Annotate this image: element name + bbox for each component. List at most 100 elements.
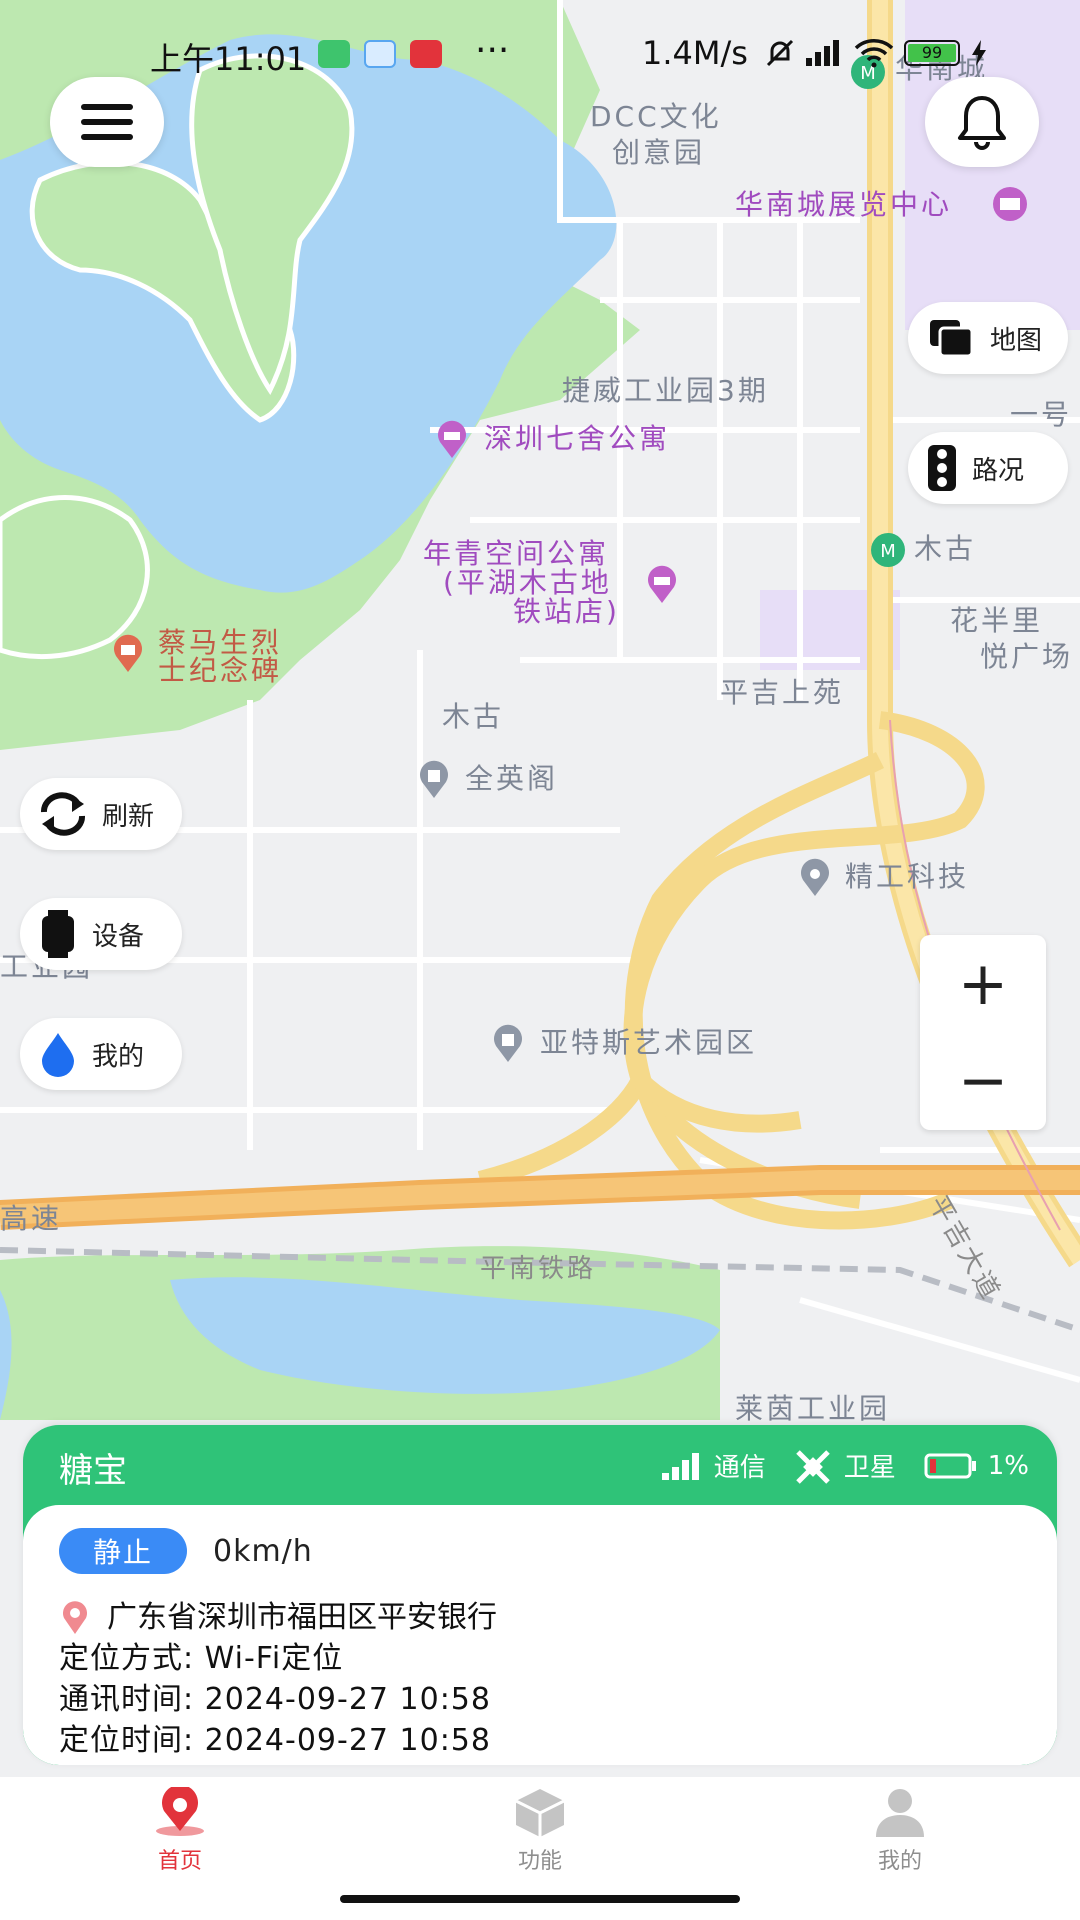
device-battery-icon	[924, 1453, 976, 1478]
device-location-info: 广东省深圳市福田区平安银行 定位方式: Wi-Fi定位 通讯时间: 2024-0…	[59, 1597, 497, 1761]
building-poi-icon[interactable]	[414, 760, 454, 800]
hotel-poi-icon[interactable]	[642, 565, 682, 605]
zoom-in-button[interactable]: +	[920, 935, 1046, 1032]
home-indicator[interactable]	[340, 1895, 740, 1903]
location-pin-icon	[63, 1600, 87, 1634]
map-label: 木古	[442, 700, 505, 733]
locate-time: 定位时间: 2024-09-27 10:58	[59, 1723, 491, 1758]
map-label: 木古	[914, 532, 977, 565]
map-label: 平南铁路	[480, 1254, 597, 1284]
device-info-card[interactable]: 糖宝 通信 卫星 1% 静止 0km/h 广东省深圳市福田区平安银行 定位方式:…	[23, 1425, 1057, 1765]
tab-profile[interactable]: 我的	[800, 1787, 1000, 1887]
device-stats: 通信 卫星 1%	[632, 1447, 1029, 1484]
taobao-notification-icon	[410, 40, 442, 68]
map-label: 莱茵工业园	[735, 1392, 891, 1425]
device-button[interactable]: 设备	[20, 898, 182, 970]
wechat-notification-icon	[318, 40, 350, 68]
notification-icons	[318, 40, 442, 68]
map-label: 全英阁	[465, 762, 559, 795]
map-label: 亚特斯艺术园区	[540, 1026, 758, 1059]
map-label: DCC文化	[590, 100, 722, 133]
device-card-body: 静止 0km/h 广东省深圳市福田区平安银行 定位方式: Wi-Fi定位 通讯时…	[23, 1505, 1057, 1765]
box-functions-icon	[515, 1789, 565, 1837]
home-map-pin-icon	[156, 1787, 204, 1836]
shop-poi-icon[interactable]	[990, 186, 1030, 226]
refresh-label: 刷新	[102, 801, 155, 832]
address-row: 广东省深圳市福田区平安银行	[59, 1597, 497, 1638]
cellular-signal-icon	[806, 40, 839, 66]
refresh-icon	[41, 792, 85, 836]
traffic-button[interactable]: 路况	[908, 432, 1068, 504]
device-battery-stat: 1%	[924, 1451, 1029, 1481]
device-speed: 0km/h	[213, 1533, 313, 1569]
zoom-control: + −	[920, 935, 1046, 1130]
user-profile-icon	[876, 1789, 924, 1837]
my-location-label: 我的	[92, 1041, 145, 1072]
comm-time-row: 通讯时间: 2024-09-27 10:58	[59, 1679, 497, 1720]
menu-button[interactable]	[50, 77, 164, 167]
tab-functions-label: 功能	[517, 1849, 562, 1874]
traffic-light-icon	[928, 445, 956, 491]
charging-icon	[972, 40, 986, 66]
mute-icon	[766, 39, 794, 67]
map-label: 士纪念碑	[158, 654, 283, 687]
locate-method: 定位方式: Wi-Fi定位	[59, 1641, 344, 1676]
map-label: 精工科技	[845, 860, 970, 893]
tab-home-label: 首页	[157, 1849, 202, 1874]
map-label: 深圳七舍公寓	[484, 422, 671, 455]
my-location-button[interactable]: 我的	[20, 1018, 182, 1090]
tab-functions[interactable]: 功能	[440, 1787, 640, 1887]
satellite-icon	[795, 1449, 830, 1484]
bell-icon	[958, 96, 1006, 150]
system-icons: 99	[766, 38, 988, 68]
map-label: 花半里	[950, 604, 1044, 637]
tab-profile-label: 我的	[877, 1849, 922, 1874]
building-poi-icon[interactable]	[488, 1024, 528, 1064]
device-name: 糖宝	[59, 1451, 127, 1491]
svg-text:M: M	[880, 541, 896, 562]
map-label: 高速	[0, 1202, 63, 1235]
layers-icon	[930, 320, 974, 358]
battery-level: 99	[908, 44, 956, 62]
device-address: 广东省深圳市福田区平安银行	[107, 1600, 497, 1635]
watch-device-icon	[42, 910, 74, 958]
map-label: 平吉上苑	[720, 676, 845, 709]
comm-time: 通讯时间: 2024-09-27 10:58	[59, 1682, 491, 1717]
zoom-out-button[interactable]: −	[920, 1032, 1046, 1129]
satellite-label: 卫星	[843, 1453, 896, 1483]
status-bar: 上午11:01 ··· 1.4M/s 99	[0, 30, 1080, 80]
signal-strength-icon	[661, 1452, 699, 1480]
locate-time-row: 定位时间: 2024-09-27 10:58	[59, 1720, 497, 1761]
map-label: 华南城展览中心	[735, 188, 953, 221]
battery-icon: 99	[904, 40, 960, 66]
signal-stat: 通信	[660, 1447, 766, 1484]
traffic-label: 路况	[972, 455, 1025, 486]
map-layer-label: 地图	[990, 325, 1043, 356]
device-card-header: 糖宝 通信 卫星 1%	[23, 1425, 1057, 1505]
status-time: 上午11:01	[150, 40, 307, 78]
map-label: 捷威工业园3期	[562, 374, 769, 407]
location-poi-icon[interactable]	[795, 858, 835, 898]
tab-home[interactable]: 首页	[80, 1787, 280, 1887]
refresh-button[interactable]: 刷新	[20, 778, 182, 850]
wifi-icon	[854, 39, 894, 68]
monument-poi-icon[interactable]	[108, 634, 148, 674]
app-screen: DCC文化 创意园 华南城展览中心 捷威工业园3期 深圳七舍公寓 年青空间公寓 …	[0, 0, 1080, 1920]
satellite-stat: 卫星	[794, 1447, 896, 1484]
locate-method-row: 定位方式: Wi-Fi定位	[59, 1638, 497, 1679]
map-layer-button[interactable]: 地图	[908, 302, 1068, 374]
motion-state-row: 静止 0km/h	[59, 1528, 313, 1574]
metro-icon[interactable]: M	[868, 530, 908, 570]
chat-notification-icon	[364, 40, 396, 68]
device-battery-level: 1%	[987, 1450, 1029, 1481]
more-notifications: ···	[475, 30, 510, 71]
notifications-button[interactable]	[925, 77, 1039, 167]
location-drop-icon	[42, 1033, 74, 1077]
map-label: 悦广场	[980, 640, 1074, 673]
hamburger-menu-icon	[81, 104, 133, 140]
hotel-poi-icon[interactable]	[432, 420, 472, 460]
motion-state-badge: 静止	[59, 1528, 187, 1574]
device-label: 设备	[92, 921, 145, 952]
map-label: 一号	[1010, 398, 1073, 431]
network-speed: 1.4M/s	[642, 34, 748, 72]
